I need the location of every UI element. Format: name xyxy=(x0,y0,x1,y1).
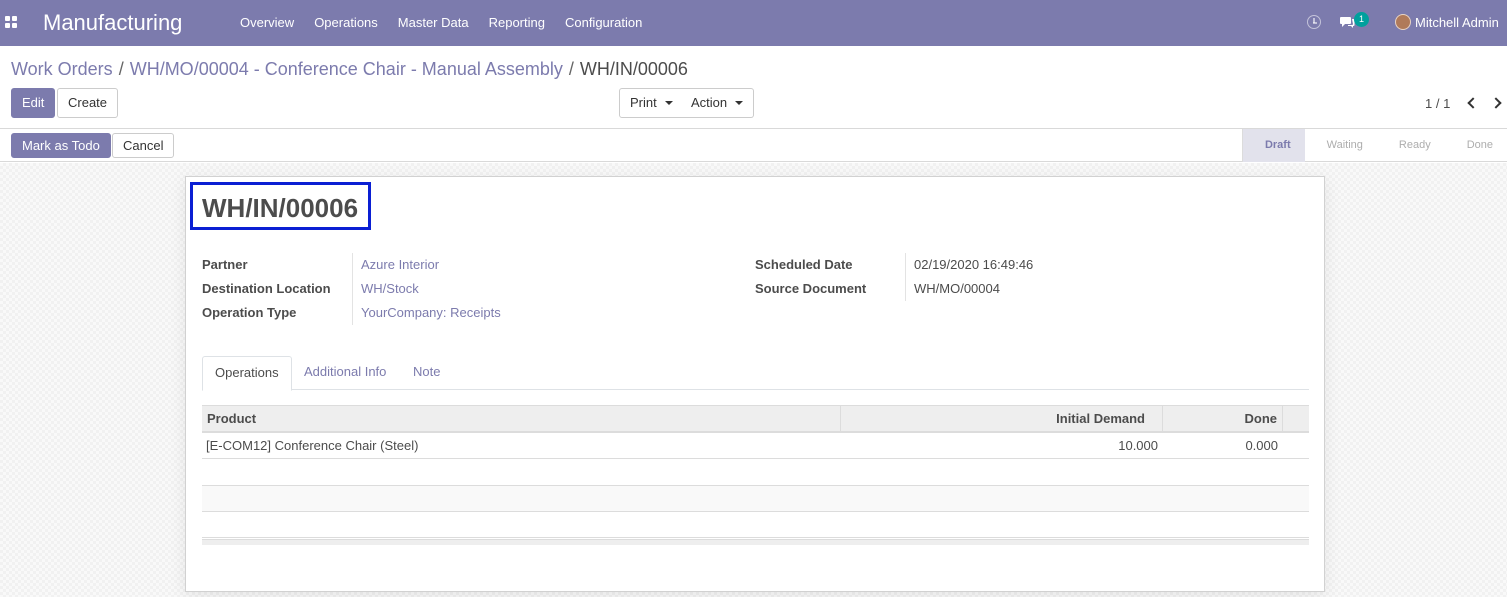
breadcrumb-separator: / xyxy=(568,59,574,79)
column-header-initial-demand[interactable]: Initial Demand xyxy=(840,406,1162,432)
initial-demand-cell: 10.000 xyxy=(1118,438,1158,453)
scheduled-date-label: Scheduled Date xyxy=(755,257,853,272)
print-label: Print xyxy=(630,95,657,110)
status-step-done[interactable]: Done xyxy=(1445,129,1507,162)
mark-as-todo-button[interactable]: Mark as Todo xyxy=(11,133,111,158)
status-step-label: Draft xyxy=(1264,139,1291,151)
caret-down-icon xyxy=(664,101,673,105)
menu-overview[interactable]: Overview xyxy=(230,0,304,46)
destination-location-value[interactable]: WH/Stock xyxy=(361,281,419,296)
status-step-ready[interactable]: Ready xyxy=(1377,129,1445,162)
action-label: Action xyxy=(691,95,728,110)
menu-operations[interactable]: Operations xyxy=(304,0,388,46)
record-title: WH/IN/00006 xyxy=(202,193,359,223)
field-divider xyxy=(352,253,353,325)
done-cell: 0.000 xyxy=(1245,438,1278,453)
status-step-label: Waiting xyxy=(1326,139,1363,151)
operation-type-label: Operation Type xyxy=(202,305,297,320)
caret-down-icon xyxy=(735,101,744,105)
messages-icon[interactable] xyxy=(1340,16,1355,28)
app-name[interactable]: Manufacturing xyxy=(43,10,182,36)
tab-operations[interactable]: Operations xyxy=(202,356,292,391)
breadcrumb: Work Orders / WH/MO/00004 - Conference Cha… xyxy=(11,59,688,79)
breadcrumb-separator: / xyxy=(118,59,124,79)
status-pipeline: Draft Waiting Ready Done xyxy=(1241,129,1507,162)
column-divider xyxy=(1282,406,1283,432)
empty-table-row xyxy=(202,486,1309,512)
form-sheet: WH/IN/00006 Partner Destination Location… xyxy=(185,176,1325,592)
status-bar: Mark as Todo Cancel Draft Waiting Ready … xyxy=(0,129,1507,162)
top-navbar: Manufacturing Overview Operations Master… xyxy=(0,0,1507,46)
scheduled-date-value: 02/19/2020 16:49:46 xyxy=(914,257,1034,272)
chevron-right-icon[interactable] xyxy=(1490,97,1502,109)
activity-clock-icon[interactable] xyxy=(1307,15,1321,29)
user-avatar[interactable] xyxy=(1395,14,1411,30)
destination-location-label: Destination Location xyxy=(202,281,331,296)
status-step-label: Done xyxy=(1466,139,1493,151)
tab-note[interactable]: Note xyxy=(401,356,452,390)
user-name[interactable]: Mitchell Admin xyxy=(1415,15,1499,30)
partner-label: Partner xyxy=(202,257,248,272)
action-dropdown[interactable]: Action xyxy=(681,88,755,118)
cancel-button[interactable]: Cancel xyxy=(112,133,175,158)
table-header: Product Initial Demand Done xyxy=(202,405,1309,433)
chevron-left-icon[interactable] xyxy=(1467,97,1479,109)
create-button[interactable]: Create xyxy=(57,88,119,118)
messages-count-badge: 1 xyxy=(1354,12,1369,27)
menu-master-data[interactable]: Master Data xyxy=(388,0,479,46)
field-divider xyxy=(905,253,906,301)
print-dropdown[interactable]: Print xyxy=(619,88,684,118)
control-panel: Work Orders / WH/MO/00004 - Conference Cha… xyxy=(0,46,1507,129)
column-header-product[interactable]: Product xyxy=(202,406,261,432)
tab-additional-info[interactable]: Additional Info xyxy=(292,356,398,390)
empty-table-row xyxy=(202,460,1309,486)
pager-value[interactable]: 1 / 1 xyxy=(1425,96,1450,111)
main-menu: Overview Operations Master Data Reportin… xyxy=(230,0,652,46)
partner-value[interactable]: Azure Interior xyxy=(361,257,439,272)
menu-reporting[interactable]: Reporting xyxy=(479,0,555,46)
source-document-label: Source Document xyxy=(755,281,867,296)
column-header-done[interactable]: Done xyxy=(1162,406,1282,432)
breadcrumb-manufacturing-order[interactable]: WH/MO/00004 - Conference Chair - Manual … xyxy=(130,59,563,79)
notebook-tabs: Operations Additional Info Note xyxy=(202,356,1309,391)
edit-button[interactable]: Edit xyxy=(11,88,56,118)
status-step-draft[interactable]: Draft xyxy=(1241,129,1305,162)
status-step-waiting[interactable]: Waiting xyxy=(1305,129,1377,162)
product-cell: [E-COM12] Conference Chair (Steel) xyxy=(206,438,419,453)
apps-grid-icon[interactable] xyxy=(5,16,17,28)
menu-configuration[interactable]: Configuration xyxy=(555,0,652,46)
source-document-value: WH/MO/00004 xyxy=(914,281,1000,296)
empty-table-row xyxy=(202,512,1309,538)
breadcrumb-current: WH/IN/00006 xyxy=(579,59,688,79)
operation-type-value[interactable]: YourCompany: Receipts xyxy=(361,305,501,320)
status-step-label: Ready xyxy=(1398,139,1431,151)
table-footer xyxy=(202,539,1309,545)
breadcrumb-work-orders[interactable]: Work Orders xyxy=(11,59,113,79)
table-row[interactable]: [E-COM12] Conference Chair (Steel) 10.00… xyxy=(202,433,1309,459)
